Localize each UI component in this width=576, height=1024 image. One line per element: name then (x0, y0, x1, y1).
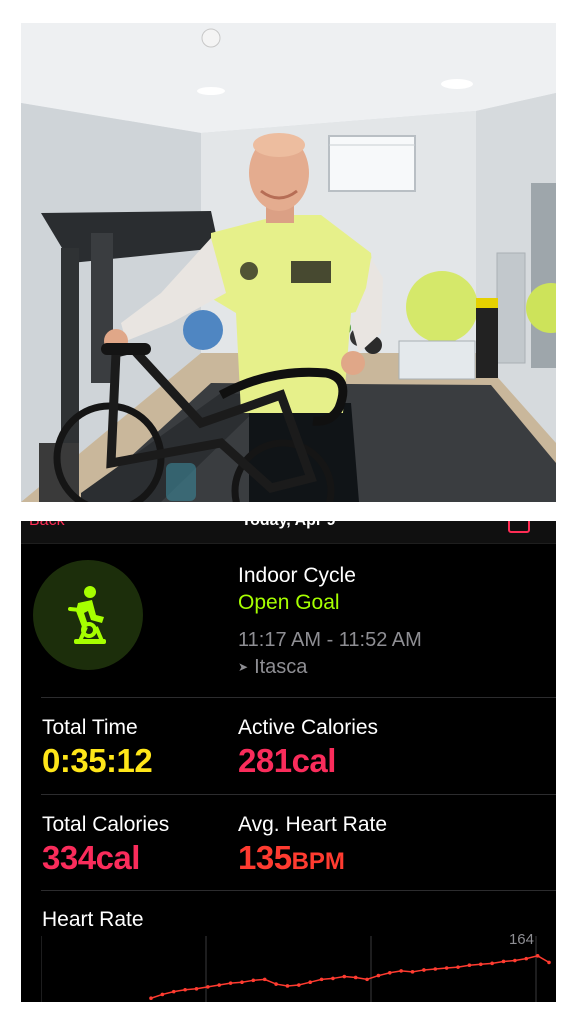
heart-rate-point (285, 984, 290, 988)
active-calories-label: Active Calories (238, 716, 379, 739)
navigation-bar: Back Today, Apr 9 (21, 521, 556, 544)
location-name: Itasca (254, 656, 308, 678)
divider (41, 697, 556, 698)
heart-rate-point (297, 983, 301, 987)
heart-rate-line (150, 954, 550, 999)
workout-time-range: 11:17 AM - 11:52 AM (238, 629, 422, 651)
avg-heart-rate-label: Avg. Heart Rate (238, 813, 388, 836)
heart-rate-point (194, 987, 199, 991)
workout-photo (21, 23, 556, 502)
heart-rate-point (206, 985, 210, 989)
heart-rate-point (262, 977, 267, 982)
total-calories-label: Total Calories (42, 813, 170, 836)
nav-title: Today, Apr 9 (21, 521, 556, 530)
heart-rate-point (535, 954, 540, 958)
heart-rate-point (410, 970, 415, 974)
heart-rate-point (331, 976, 335, 981)
total-time-label: Total Time (42, 716, 138, 739)
heart-rate-point (240, 980, 244, 984)
avg-heart-rate-value: 135BPM (238, 839, 345, 877)
heart-rate-point (501, 959, 506, 964)
heart-rate-point (217, 983, 222, 987)
heart-rate-title: Heart Rate (42, 908, 144, 931)
total-time-value: 0:35:12 (42, 742, 153, 779)
heart-rate-point (319, 977, 324, 982)
workout-type: Indoor Cycle (238, 564, 356, 587)
heart-rate-point (251, 978, 256, 983)
divider (41, 890, 556, 891)
active-calories-value: 281cal (238, 742, 336, 780)
heart-rate-point (228, 981, 233, 985)
heart-rate-point (399, 969, 403, 973)
heart-rate-point (444, 966, 449, 970)
heart-rate-point (171, 989, 176, 994)
avg-heart-rate-number: 135 (238, 839, 292, 876)
total-calories-unit: cal (95, 839, 141, 876)
heart-rate-point (160, 992, 165, 997)
heart-rate-chart (41, 936, 551, 1002)
share-icon[interactable] (508, 521, 530, 533)
heart-rate-point (467, 963, 472, 968)
heart-rate-point (513, 958, 517, 963)
heart-rate-point (365, 977, 369, 982)
heart-rate-point (149, 996, 153, 1001)
heart-rate-point (478, 962, 483, 967)
workout-summary-panel: Back Today, Apr 9 Indoor Cycle Open Goal… (21, 521, 556, 1002)
heart-rate-point (490, 961, 494, 966)
heart-rate-point (456, 965, 460, 969)
total-calories-number: 334 (42, 839, 96, 876)
avg-heart-rate-unit: BPM (291, 848, 345, 875)
divider (41, 794, 556, 795)
heart-rate-point (183, 987, 187, 992)
indoor-cycle-icon (33, 560, 143, 670)
cyclist-icon (68, 586, 106, 644)
heart-rate-point (342, 974, 347, 979)
active-calories-number: 281 (238, 742, 292, 779)
heart-rate-point (547, 960, 551, 965)
heart-rate-point (308, 980, 313, 984)
workout-location: ➤ Itasca (238, 656, 307, 679)
heart-rate-point (422, 968, 426, 972)
heart-rate-point (524, 956, 529, 961)
workout-goal: Open Goal (238, 591, 340, 614)
heart-rate-point (353, 975, 358, 980)
heart-rate-point (388, 970, 392, 975)
location-arrow-icon: ➤ (238, 660, 249, 674)
heart-rate-point (433, 967, 438, 971)
heart-rate-point (274, 982, 278, 986)
active-calories-unit: cal (291, 742, 337, 779)
heart-rate-point (376, 973, 381, 978)
total-calories-value: 334cal (42, 839, 140, 877)
